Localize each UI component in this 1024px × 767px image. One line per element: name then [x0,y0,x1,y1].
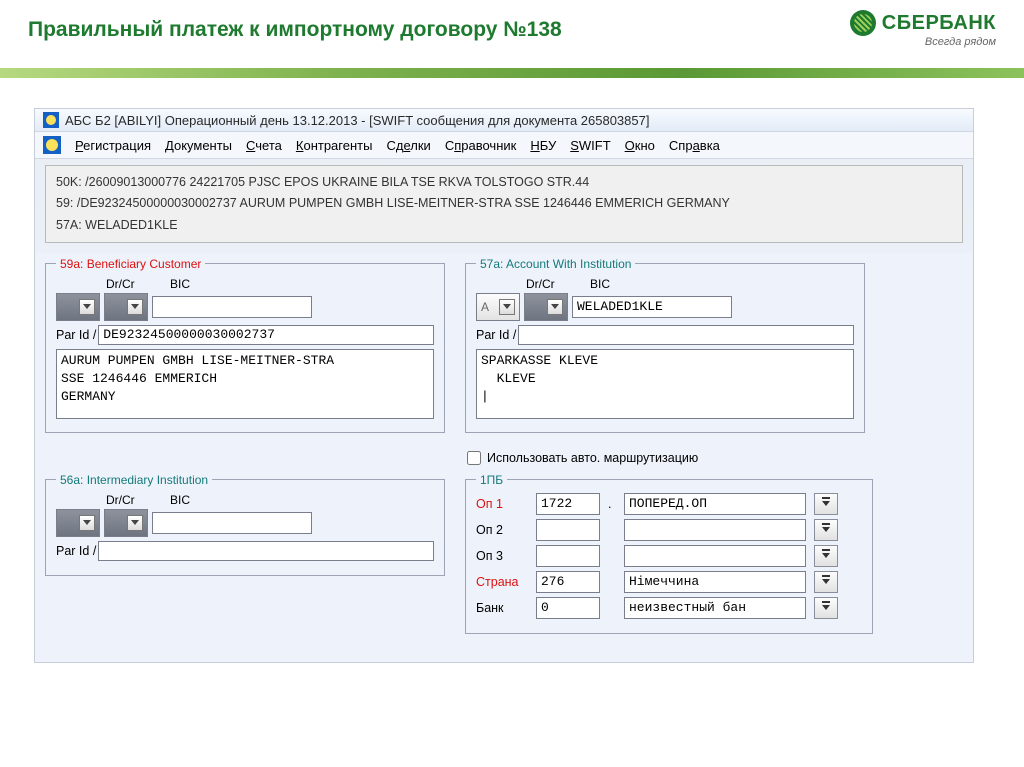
label-drcr: Dr/Cr [526,277,586,291]
fieldset-1pb: 1ПБ Оп 1 . Оп 2 [465,473,873,634]
input-56a-parid[interactable] [98,541,434,561]
fieldset-56a: 56a: Intermediary Institution Dr/Cr BIC … [45,473,445,576]
sberbank-logo: СБЕРБАНК Всегда рядом [850,10,996,48]
label-country: Страна [476,575,528,589]
input-op1-code[interactable] [536,493,600,515]
swift-message-box: 50K: /26009013000776 24221705 PJSC EPOS … [45,165,963,243]
combo-59a-drcr[interactable] [104,293,148,321]
menu-nbu[interactable]: НБУ [530,138,556,153]
input-bank-text[interactable] [624,597,806,619]
input-57a-bic[interactable] [572,296,732,318]
combo-57a-type[interactable]: A [476,293,520,321]
brand-name: СБЕРБАНК [882,12,996,35]
sberbank-icon [850,10,876,36]
input-country-code[interactable] [536,571,600,593]
lookup-bank[interactable] [814,597,838,619]
titlebar: АБС Б2 [ABILYI] Операционный день 13.12.… [35,109,973,132]
label-parid: Par Id / [476,328,516,342]
lookup-icon [822,605,830,610]
divider-strip [0,68,1024,78]
textarea-59a-body[interactable] [56,349,434,419]
window-title: АБС Б2 [ABILYI] Операционный день 13.12.… [65,113,649,128]
menu-counterparties[interactable]: Контрагенты [296,138,373,153]
label-bic: BIC [170,493,434,507]
input-59a-parid[interactable] [98,325,434,345]
input-56a-bic[interactable] [152,512,312,534]
lookup-op1[interactable] [814,493,838,515]
menu-deals[interactable]: Сделки [386,138,430,153]
textarea-57a-body[interactable] [476,349,854,419]
app-icon [43,112,59,128]
label-op2: Оп 2 [476,523,528,537]
label-bic: BIC [590,277,854,291]
brand-tagline: Всегда рядом [850,36,996,48]
lookup-country[interactable] [814,571,838,593]
label-parid: Par Id / [56,544,96,558]
input-op2-code[interactable] [536,519,600,541]
fieldset-59a: 59a: Beneficiary Customer Dr/Cr BIC Par … [45,257,445,433]
lookup-op2[interactable] [814,519,838,541]
checkbox-auto-routing[interactable] [467,451,481,465]
label-auto-routing: Использовать авто. маршрутизацию [487,451,698,465]
label-drcr: Dr/Cr [106,493,166,507]
input-op1-text[interactable] [624,493,806,515]
combo-59a-type[interactable] [56,293,100,321]
app-window: АБС Б2 [ABILYI] Операционный день 13.12.… [34,108,974,663]
chevron-down-icon [79,299,95,315]
input-57a-parid[interactable] [518,325,854,345]
legend-56a: 56a: Intermediary Institution [56,473,212,487]
chevron-down-icon [127,515,143,531]
swift-line-59: 59: /DE92324500000030002737 AURUM PUMPEN… [56,193,952,214]
menu-window[interactable]: Окно [625,138,655,153]
lookup-icon [822,553,830,558]
menu-accounts[interactable]: Счета [246,138,282,153]
chevron-down-icon [127,299,143,315]
legend-59a: 59a: Beneficiary Customer [56,257,205,271]
chevron-down-icon [499,299,515,315]
input-59a-bic[interactable] [152,296,312,318]
fieldset-57a: 57a: Account With Institution Dr/Cr BIC … [465,257,865,433]
menubar: РРегистрацияегистрация Документы Счета К… [35,132,973,159]
label-drcr: Dr/Cr [106,277,166,291]
label-op1: Оп 1 [476,497,528,511]
input-op2-text[interactable] [624,519,806,541]
lookup-icon [822,579,830,584]
input-op3-text[interactable] [624,545,806,567]
chevron-down-icon [547,299,563,315]
swift-line-50k: 50K: /26009013000776 24221705 PJSC EPOS … [56,172,952,193]
menu-help[interactable]: Справка [669,138,720,153]
menu-reference[interactable]: Справочник [445,138,517,153]
menu-documents[interactable]: Документы [165,138,232,153]
lookup-icon [822,501,830,506]
label-op3: Оп 3 [476,549,528,563]
legend-57a: 57a: Account With Institution [476,257,635,271]
legend-1pb: 1ПБ [476,473,507,487]
combo-57a-drcr[interactable] [524,293,568,321]
menu-swift[interactable]: SWIFT [570,138,610,153]
label-parid: Par Id / [56,328,96,342]
chevron-down-icon [79,515,95,531]
page-title: Правильный платеж к импортному договору … [28,10,562,42]
label-bic: BIC [170,277,434,291]
combo-56a-type[interactable] [56,509,100,537]
menu-registration[interactable]: РРегистрацияегистрация [75,138,151,153]
app-menu-icon[interactable] [43,136,61,154]
input-bank-code[interactable] [536,597,600,619]
lookup-op3[interactable] [814,545,838,567]
combo-56a-drcr[interactable] [104,509,148,537]
lookup-icon [822,527,830,532]
input-country-text[interactable] [624,571,806,593]
label-bank: Банк [476,601,528,615]
swift-line-57a: 57A: WELADED1KLE [56,215,952,236]
input-op3-code[interactable] [536,545,600,567]
